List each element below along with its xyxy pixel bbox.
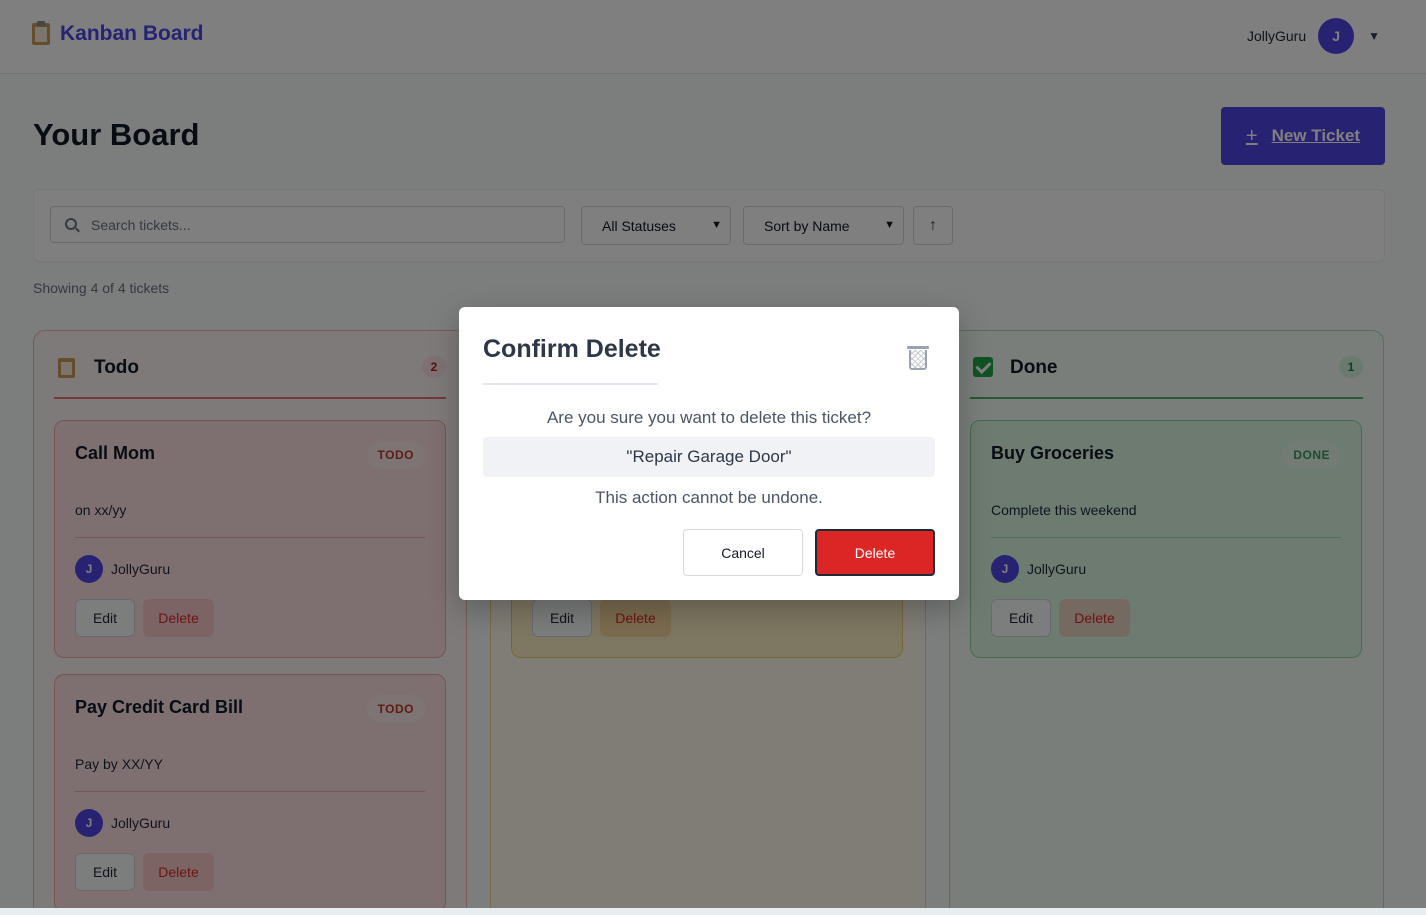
dialog-question: Are you sure you want to delete this tic…: [546, 408, 872, 427]
trash-icon: [907, 346, 929, 370]
dialog-title: Confirm Delete: [483, 335, 661, 363]
bottom-strip: [0, 908, 1426, 915]
divider: [483, 383, 658, 385]
ticket-name: "Repair Garage Door": [483, 437, 935, 477]
cancel-button[interactable]: Cancel: [683, 529, 803, 576]
confirm-delete-dialog: Confirm Delete Are you sure you want to …: [459, 307, 959, 600]
dialog-warning: This action cannot be undone.: [595, 488, 823, 507]
confirm-delete-button[interactable]: Delete: [815, 529, 935, 576]
